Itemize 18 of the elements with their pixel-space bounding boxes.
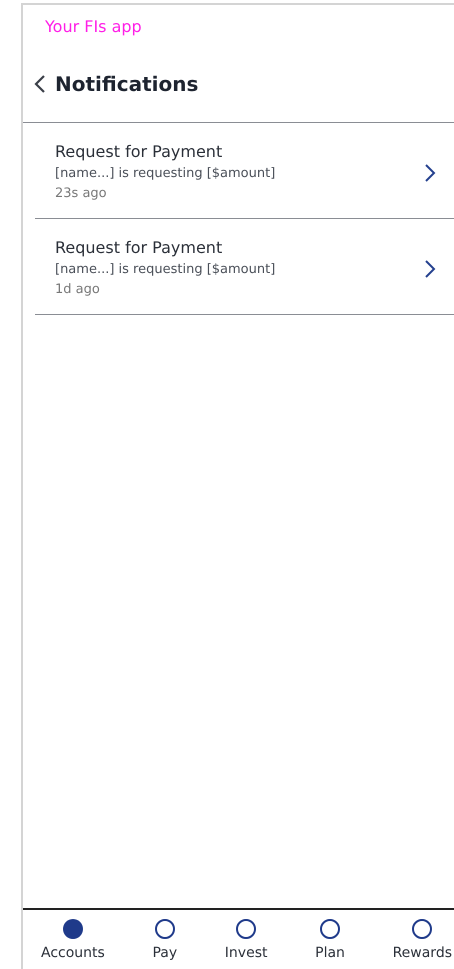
- page-title: Notifications: [55, 72, 198, 96]
- notification-item[interactable]: Request for Payment [name...] is requesting [$amount] 23s ago: [35, 123, 454, 219]
- notification-message: [name...] is requesting [$amount]: [55, 261, 276, 279]
- nav-tab[interactable]: Pay: [152, 918, 178, 965]
- nav-tab[interactable]: Invest: [224, 918, 268, 965]
- chevron-right-icon: [424, 258, 436, 278]
- notification-title: Request for Payment: [55, 141, 224, 163]
- chevron-right-icon: [424, 162, 436, 182]
- back-button[interactable]: [33, 72, 47, 94]
- app-label: Your FIs app: [44, 16, 143, 38]
- notification-item[interactable]: Request for Payment [name...] is requesting [$amount] 1d ago: [35, 219, 454, 315]
- notification-message: [name...] is requesting [$amount]: [55, 165, 276, 183]
- nav-tab[interactable]: Accounts: [41, 918, 105, 965]
- notification-time: 1d ago: [55, 281, 101, 299]
- nav-tab[interactable]: Rewards: [392, 918, 452, 965]
- notification-time: 23s ago: [55, 185, 108, 203]
- nav-tab[interactable]: Plan: [315, 918, 345, 965]
- notification-title: Request for Payment: [55, 237, 224, 259]
